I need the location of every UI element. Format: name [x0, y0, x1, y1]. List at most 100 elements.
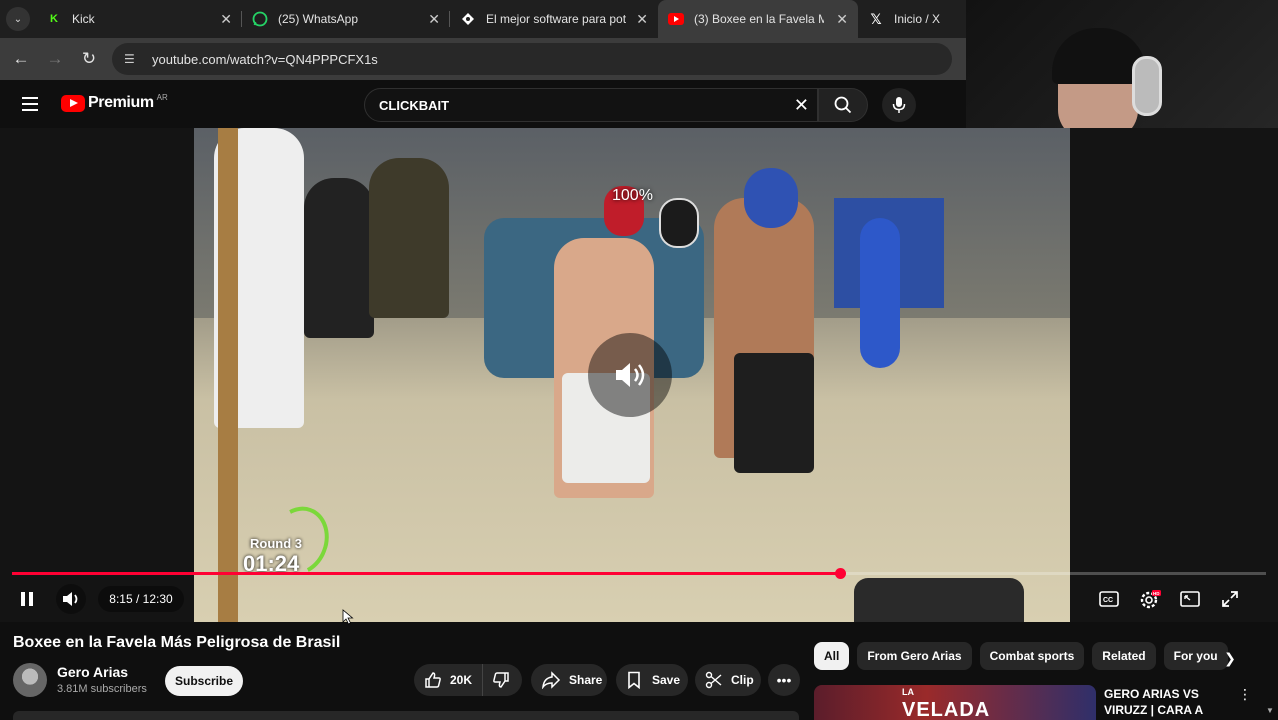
clear-search-icon[interactable]: ✕ — [794, 95, 809, 116]
bookmark-icon — [628, 671, 640, 689]
thumbs-down-icon — [493, 672, 509, 688]
microphone-icon — [892, 97, 906, 113]
chip-from-channel[interactable]: From Gero Arias — [857, 642, 972, 670]
svg-text:HD: HD — [1153, 591, 1160, 596]
tab-youtube-active[interactable]: (3) Boxee en la Favela M ✕ — [658, 0, 858, 38]
more-horizontal-icon: ••• — [776, 672, 792, 688]
reload-button[interactable]: ↻ — [72, 49, 106, 69]
thumbnail-text: LA — [902, 687, 914, 697]
close-icon[interactable]: ✕ — [636, 11, 648, 28]
logo-text: Premium — [88, 94, 154, 111]
more-vertical-icon[interactable]: ⋮ — [1238, 686, 1252, 703]
mute-button[interactable] — [56, 584, 86, 614]
back-button[interactable]: ← — [4, 49, 38, 69]
headphones-icon — [1132, 56, 1162, 116]
video-wooden-pole — [218, 128, 238, 622]
chip-related[interactable]: Related — [1092, 642, 1156, 670]
browser-tab-bar: ⌄ K Kick ✕ (25) WhatsApp ✕ El mejor soft… — [0, 0, 966, 38]
tab-label: Inicio / X — [894, 12, 941, 26]
search-icon — [834, 96, 852, 114]
subscribe-button[interactable]: Subscribe — [165, 666, 243, 696]
close-icon[interactable]: ✕ — [220, 11, 232, 28]
tab-whatsapp[interactable]: (25) WhatsApp ✕ — [242, 0, 450, 38]
recommended-video-title[interactable]: GERO ARIAS VS VIRUZZ | CARA A CARA — [1104, 686, 1240, 720]
pause-icon — [21, 592, 25, 606]
miniplayer-icon — [1180, 591, 1200, 607]
chip-combat-sports[interactable]: Combat sports — [979, 642, 1085, 670]
tab-label: Kick — [72, 12, 95, 26]
channel-name[interactable]: Gero Arias — [57, 664, 128, 680]
address-bar: ← → ↻ ☰ youtube.com/watch?v=QN4PPPCFX1s — [0, 38, 966, 80]
video-spectator — [369, 158, 449, 318]
clip-label: Clip — [731, 673, 754, 687]
like-dislike-group: 20K — [414, 664, 522, 696]
clip-button[interactable]: Clip — [695, 664, 761, 696]
progress-played — [12, 572, 840, 575]
chevron-down-icon: ⌄ — [6, 7, 30, 31]
x-icon: 𝕏 — [870, 10, 882, 27]
search-button[interactable] — [818, 88, 868, 122]
round-label: Round 3 — [250, 536, 302, 551]
menu-icon[interactable] — [22, 97, 38, 111]
tab-kick[interactable]: K Kick ✕ — [36, 0, 242, 38]
url-field[interactable]: ☰ youtube.com/watch?v=QN4PPPCFX1s — [112, 43, 952, 75]
save-label: Save — [652, 673, 681, 687]
site-info-icon[interactable]: ☰ — [124, 52, 140, 66]
forward-button[interactable]: → — [38, 49, 72, 69]
share-button[interactable]: Share — [531, 664, 607, 696]
fullscreen-icon — [1222, 591, 1238, 607]
video-black-glove — [659, 198, 699, 248]
search-input[interactable]: CLICKBAIT ✕ — [364, 88, 818, 122]
settings-button[interactable]: HD — [1135, 584, 1165, 614]
gear-icon: HD — [1140, 590, 1161, 609]
thumbnail-text: VELADA — [902, 699, 991, 720]
youtube-icon — [668, 11, 684, 27]
like-button[interactable]: 20K — [414, 664, 484, 696]
search-value: CLICKBAIT — [379, 97, 450, 113]
save-button[interactable]: Save — [616, 664, 688, 696]
close-icon[interactable]: ✕ — [836, 11, 848, 28]
chips-next-button[interactable]: ❯ — [1218, 646, 1242, 670]
pause-icon-bar — [29, 592, 33, 606]
tab-label: El mejor software para pote — [486, 12, 626, 26]
fullscreen-button[interactable] — [1215, 584, 1245, 614]
recommended-video-thumbnail[interactable]: LA VELADA — [814, 685, 1096, 720]
thumbs-up-icon — [425, 672, 441, 688]
screen: ⌄ K Kick ✕ (25) WhatsApp ✕ El mejor soft… — [0, 0, 1278, 720]
voice-search-button[interactable] — [882, 88, 916, 122]
miniplayer-button[interactable] — [1175, 584, 1205, 614]
chevron-right-icon: ❯ — [1224, 649, 1236, 666]
close-icon[interactable]: ✕ — [428, 11, 440, 28]
video-spectator — [304, 178, 374, 338]
video-title: Boxee en la Favela Más Peligrosa de Bras… — [13, 634, 341, 651]
video-spectator-edge — [860, 218, 900, 368]
subtitles-button[interactable]: CC — [1094, 584, 1124, 614]
progress-scrubber[interactable] — [835, 568, 846, 579]
tab-search-button[interactable]: ⌄ — [0, 0, 36, 38]
description-box[interactable] — [13, 711, 799, 720]
volume-icon — [63, 592, 78, 606]
svg-text:CC: CC — [1103, 597, 1113, 604]
dislike-button[interactable] — [483, 671, 519, 689]
more-actions-button[interactable]: ••• — [768, 664, 800, 696]
round-overlay: Round 3 01:24 — [243, 536, 302, 577]
tab-software[interactable]: El mejor software para pote ✕ — [450, 0, 658, 38]
tab-x[interactable]: 𝕏 Inicio / X — [858, 0, 958, 38]
subscriber-count: 3.81M subscribers — [57, 683, 147, 695]
youtube-header: Premium AR CLICKBAIT ✕ — [0, 80, 966, 128]
chip-all[interactable]: All — [814, 642, 850, 670]
share-label: Share — [569, 673, 603, 687]
tab-label: (25) WhatsApp — [278, 12, 359, 26]
youtube-premium-logo[interactable]: Premium AR — [61, 93, 168, 112]
url-text: youtube.com/watch?v=QN4PPPCFX1s — [152, 51, 378, 67]
pause-button[interactable] — [14, 586, 40, 612]
scroll-down-icon[interactable]: ▼ — [1266, 706, 1274, 715]
share-icon — [542, 671, 561, 689]
like-count: 20K — [450, 673, 473, 687]
whatsapp-icon — [252, 11, 268, 27]
captions-icon: CC — [1099, 591, 1119, 607]
volume-percent-label: 100% — [612, 187, 653, 204]
avatar[interactable] — [13, 663, 47, 697]
diamond-icon — [460, 11, 476, 27]
video-boxer-right-shorts — [734, 353, 814, 473]
